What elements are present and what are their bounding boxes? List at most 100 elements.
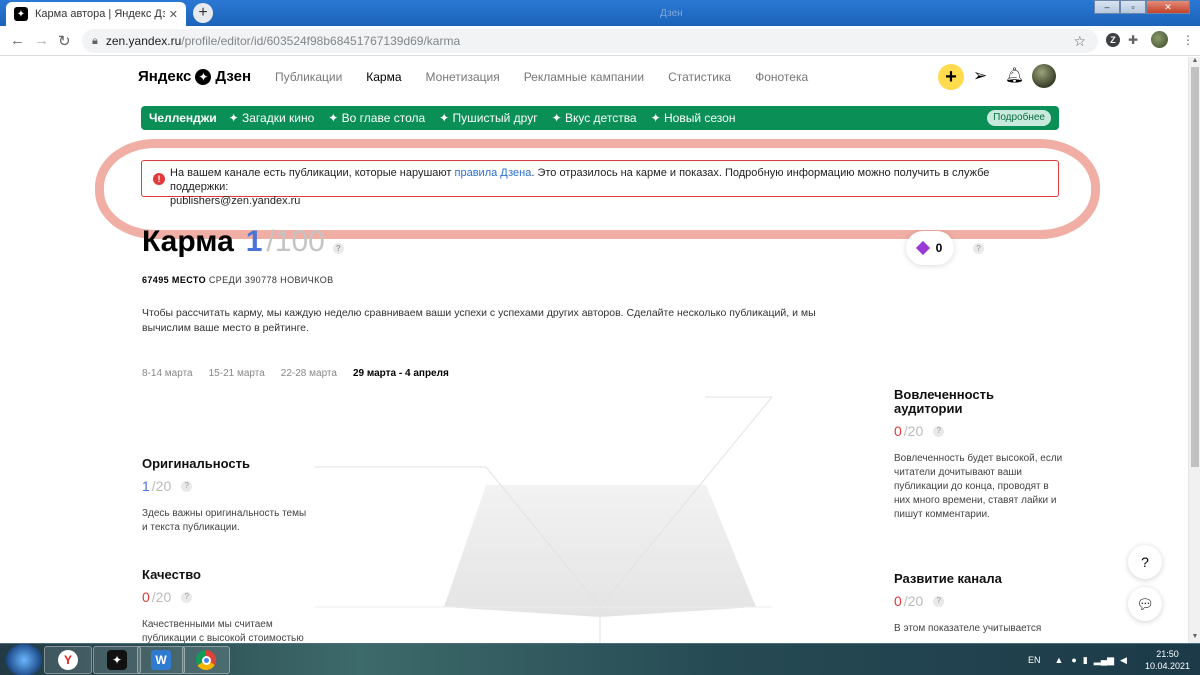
week-tab[interactable]: 22-28 марта [281,368,337,379]
tray-volume-icon[interactable]: ◀ [1120,655,1127,666]
warning-icon: ! [153,173,165,185]
new-tab-button[interactable]: + [193,3,213,23]
tray-app-icon[interactable]: ● [1071,655,1076,665]
metric-max: /20 [151,589,172,605]
metric-max: /20 [151,478,172,494]
clock[interactable]: 21:50 10.04.2021 [1145,648,1190,672]
metric-quality: Качество 0/20? Качественными мы считаем … [142,567,312,644]
metric-channel-growth: Развитие канала 0/20? В этом показателе … [894,572,1064,636]
rules-link[interactable]: правила Дзена [455,167,532,179]
reload-icon[interactable]: ↻ [58,32,71,50]
nav-karma[interactable]: Карма [366,70,401,84]
karma-max: /100 [266,225,325,258]
help-icon[interactable]: ? [181,480,193,492]
metric-description: В этом показателе учитывается [894,623,1042,634]
karma-shape-illustration [315,396,773,643]
metric-max: /20 [903,423,924,439]
minimize-button[interactable]: – [1094,0,1120,14]
url-input[interactable]: 🔒︎ zen.yandex.ru/profile/editor/id/60352… [82,29,1098,53]
gems-badge[interactable]: 0 [906,231,954,265]
nav-publications[interactable]: Публикации [275,70,342,84]
karma-value: 1 [245,225,263,258]
place-rest: СРЕДИ 390778 НОВИЧКОВ [205,275,334,285]
tray-network-icon[interactable]: ▮ [1083,655,1088,666]
challenge-item[interactable]: ✦ Загадки кино [229,111,315,125]
lock-icon: 🔒︎ [92,34,98,47]
metric-title: Развитие канала [894,571,1002,586]
challenges-more-button[interactable]: Подробнее [987,110,1051,126]
tray-expand-icon[interactable]: ▲ [1054,655,1063,665]
help-icon[interactable]: ? [181,591,193,603]
support-email: publishers@zen.yandex.ru [170,195,301,207]
challenges-banner: Челленджи ✦ Загадки кино ✦ Во главе стол… [141,106,1059,130]
week-tab[interactable]: 8-14 марта [142,368,193,379]
writer-icon: W [151,650,171,670]
close-window-button[interactable]: ✕ [1146,0,1190,14]
metric-description: Вовлеченность будет высокой, если читате… [894,453,1063,520]
url-path: /profile/editor/id/603524f98b68451767139… [181,34,461,48]
create-publication-button[interactable]: + [938,64,964,90]
challenges-title: Челленджи [149,111,217,125]
place-number: 67495 МЕСТО [142,275,206,285]
send-icon[interactable]: ➢ [973,66,987,86]
metric-description: Качественными мы считаем публикации с вы… [142,619,304,643]
feedback-chat-icon[interactable]: 💬︎ [1128,587,1162,621]
browser-tab[interactable]: ✦ Карма автора | Яндекс Дзен ✕ [6,2,186,26]
taskbar-yandex-browser[interactable]: Y [44,646,92,674]
url-host: zen.yandex.ru [105,34,182,48]
kebab-menu-icon[interactable]: ⋮ [1182,33,1194,47]
metric-title: Вовлеченность аудитории [894,387,994,416]
challenge-item[interactable]: ✦ Вкус детства [552,111,637,125]
nav-phonoteka[interactable]: Фонотека [755,70,808,84]
taskbar-zen-app[interactable]: ✦ [93,646,141,674]
tab-title: Карма автора | Яндекс Дзен [35,8,165,20]
nav-statistics[interactable]: Статистика [668,70,731,84]
taskbar-writer[interactable]: W [137,646,185,674]
back-arrow-icon[interactable]: ← [10,32,25,49]
challenge-item[interactable]: ✦ Пушистый друг [439,111,537,125]
metric-originality: Оригинальность 1/20? Здесь важны оригина… [142,457,312,535]
gems-count: 0 [935,241,943,255]
language-indicator[interactable]: EN [1028,655,1041,665]
metric-title: Качество [142,567,201,582]
zen-logo[interactable]: Яндекс ✦ Дзен [138,68,251,85]
nav-monetization[interactable]: Монетизация [426,70,500,84]
tray-signal-icon[interactable]: ▂▄▆ [1094,655,1114,666]
extensions-puzzle-icon[interactable]: ✚ [1128,33,1138,47]
forward-arrow-icon[interactable]: → [34,32,49,49]
profile-avatar-icon[interactable] [1151,31,1168,48]
help-icon[interactable]: ? [933,425,945,437]
taskbar-chrome[interactable] [182,646,230,674]
violation-warning: ! На вашем канале есть публикации, котор… [141,160,1059,207]
diamond-icon [915,240,930,256]
tab-close-icon[interactable]: ✕ [169,8,178,21]
gems-help-icon[interactable]: ? [973,243,984,254]
scroll-up-icon[interactable]: ▲ [1189,57,1200,67]
nav-ad-campaigns[interactable]: Рекламные кампании [524,70,644,84]
top-navigation: Публикации Карма Монетизация Рекламные к… [275,70,832,84]
address-bar-row: ← → ↻ 🔒︎ zen.yandex.ru/profile/editor/id… [0,26,1200,56]
window-controls: – ▫ ✕ [1094,0,1190,14]
metric-description: Здесь важны оригинальность темы и текста… [142,508,307,533]
z-extension-icon[interactable]: Z [1106,33,1120,47]
week-tab[interactable]: 15-21 марта [209,368,265,379]
bell-icon[interactable]: 🔔︎ [1005,66,1024,84]
scroll-down-icon[interactable]: ▼ [1189,633,1200,643]
week-tab-active[interactable]: 29 марта - 4 апреля [353,368,449,379]
user-avatar[interactable] [1032,64,1056,88]
help-button[interactable]: ? [1128,545,1162,579]
bookmark-star-icon[interactable]: ☆ [1073,33,1086,50]
metric-title: Оригинальность [142,456,250,471]
metric-max: /20 [903,593,924,609]
start-button[interactable] [6,644,42,675]
scroll-thumb[interactable] [1191,67,1199,467]
help-icon[interactable]: ? [933,595,945,607]
maximize-button[interactable]: ▫ [1120,0,1146,14]
metric-value: 0 [894,423,902,439]
clock-date: 10.04.2021 [1144,661,1190,671]
challenge-item[interactable]: ✦ Новый сезон [651,111,736,125]
challenge-item[interactable]: ✦ Во главе стола [328,111,425,125]
page-scrollbar[interactable]: ▲ ▼ [1188,57,1200,643]
karma-help-icon[interactable]: ? [332,243,344,254]
page-content: Яндекс ✦ Дзен Публикации Карма Монетизац… [0,57,1188,643]
